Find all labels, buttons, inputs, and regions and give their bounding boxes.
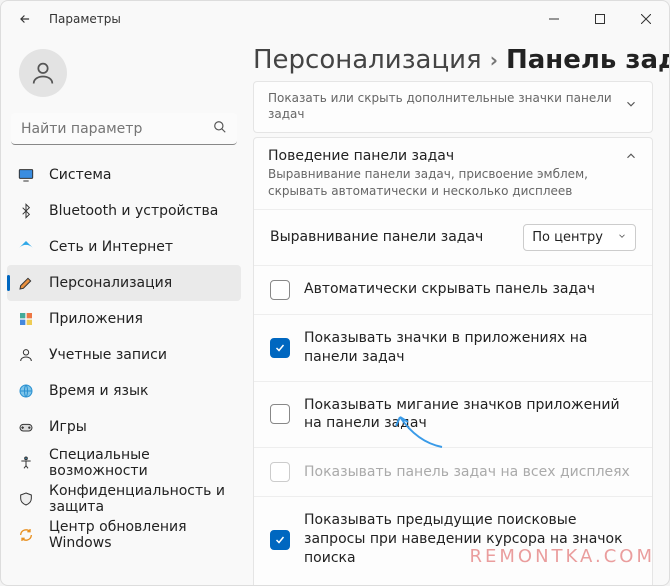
nav-time[interactable]: Время и язык — [7, 373, 241, 409]
alignment-label: Выравнивание панели задач — [270, 228, 523, 247]
user-icon — [17, 346, 35, 364]
nav-label: Учетные записи — [49, 347, 167, 363]
shield-icon — [17, 490, 35, 508]
flash-row[interactable]: Показывать мигание значков приложений на… — [254, 381, 652, 448]
maximize-button[interactable] — [577, 1, 623, 37]
close-button[interactable] — [623, 1, 669, 37]
bluetooth-icon — [17, 202, 35, 220]
chevron-right-icon: › — [490, 48, 498, 72]
searchhistory-label: Показывать предыдущие поисковые запросы … — [304, 511, 636, 568]
nav-accounts[interactable]: Учетные записи — [7, 337, 241, 373]
apps-icon — [17, 310, 35, 328]
badges-row[interactable]: Показывать значки в приложениях на панел… — [254, 314, 652, 381]
minimize-button[interactable] — [531, 1, 577, 37]
back-button[interactable] — [15, 9, 35, 29]
update-icon — [17, 526, 35, 544]
nav-accessibility[interactable]: Специальные возможности — [7, 445, 241, 481]
nav-gaming[interactable]: Игры — [7, 409, 241, 445]
globe-icon — [17, 382, 35, 400]
nav-label: Конфиденциальность и защита — [49, 483, 231, 515]
chevron-down-icon — [617, 230, 627, 245]
nav-network[interactable]: Сеть и Интернет — [7, 229, 241, 265]
dropdown-value: По центру — [532, 230, 603, 245]
alignment-row: Выравнивание панели задач По центру — [254, 209, 652, 265]
nav-apps[interactable]: Приложения — [7, 301, 241, 337]
flash-checkbox[interactable] — [270, 404, 290, 424]
monitor-icon — [17, 166, 35, 184]
alldisplays-label: Показывать панель задач на всех дисплеях — [304, 463, 636, 482]
nav-label: Bluetooth и устройства — [49, 203, 218, 219]
autohide-label: Автоматически скрывать панель задач — [304, 280, 636, 299]
nav-personalization[interactable]: Персонализация — [7, 265, 241, 301]
accessibility-icon — [17, 454, 35, 472]
autohide-checkbox[interactable] — [270, 280, 290, 300]
section-subtitle: Выравнивание панели задач, присвоение эм… — [268, 166, 614, 198]
collapsed-section[interactable]: Показать или скрыть дополнительные значк… — [253, 81, 653, 133]
alldisplays-row: Показывать панель задач на всех дисплеях — [254, 447, 652, 496]
nav-label: Сеть и Интернет — [49, 239, 173, 255]
multidisplay-hint: При использовании нескольких дисплеев от… — [254, 582, 652, 585]
nav-label: Время и язык — [49, 383, 148, 399]
nav-system[interactable]: Система — [7, 157, 241, 193]
wifi-icon — [17, 238, 35, 256]
flash-label: Показывать мигание значков приложений на… — [304, 396, 636, 434]
breadcrumb-root[interactable]: Персонализация — [253, 45, 482, 75]
nav-label: Игры — [49, 419, 87, 435]
brush-icon — [17, 274, 35, 292]
badges-label: Показывать значки в приложениях на панел… — [304, 329, 636, 367]
nav-label: Система — [49, 167, 111, 183]
behavior-section: Поведение панели задач Выравнивание пане… — [253, 137, 653, 585]
main-content: Персонализация › Панель задач Показать и… — [247, 37, 669, 585]
alignment-dropdown[interactable]: По центру — [523, 224, 636, 251]
nav-bluetooth[interactable]: Bluetooth и устройства — [7, 193, 241, 229]
badges-checkbox[interactable] — [270, 338, 290, 358]
avatar[interactable] — [19, 49, 67, 97]
chevron-up-icon — [614, 148, 638, 167]
section-header[interactable]: Поведение панели задач Выравнивание пане… — [254, 138, 652, 208]
section-subtitle: Показать или скрыть дополнительные значк… — [268, 90, 614, 122]
search-input[interactable] — [21, 121, 213, 137]
nav-label: Персонализация — [49, 275, 172, 291]
searchhistory-row[interactable]: Показывать предыдущие поисковые запросы … — [254, 496, 652, 582]
search-icon — [213, 119, 227, 138]
autohide-row[interactable]: Автоматически скрывать панель задач — [254, 265, 652, 314]
search-box[interactable] — [11, 113, 237, 145]
nav-label: Центр обновления Windows — [49, 519, 231, 551]
nav-label: Специальные возможности — [49, 447, 231, 479]
window-title: Параметры — [49, 12, 121, 26]
alldisplays-checkbox — [270, 462, 290, 482]
sidebar: Система Bluetooth и устройства Сеть и Ин… — [1, 37, 247, 585]
breadcrumb-current: Панель задач — [506, 45, 669, 75]
titlebar: Параметры — [1, 1, 669, 37]
nav-update[interactable]: Центр обновления Windows — [7, 517, 241, 553]
nav-label: Приложения — [49, 311, 143, 327]
breadcrumb: Персонализация › Панель задач — [253, 45, 653, 75]
nav-privacy[interactable]: Конфиденциальность и защита — [7, 481, 241, 517]
gamepad-icon — [17, 418, 35, 436]
searchhistory-checkbox[interactable] — [270, 530, 290, 550]
section-title: Поведение панели задач — [268, 148, 614, 164]
chevron-down-icon — [614, 96, 638, 115]
